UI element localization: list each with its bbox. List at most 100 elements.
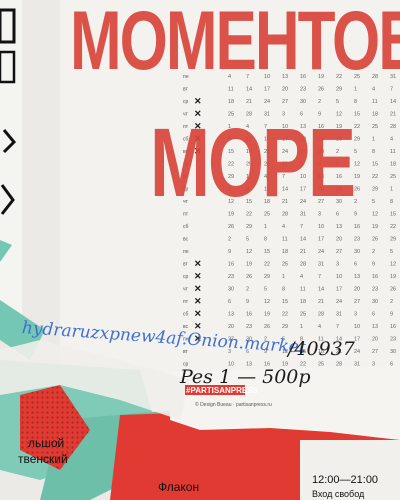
calendar-day-number: 1 [390,187,393,193]
calendar-day-number: 7 [318,274,321,280]
calendar-day-number: 25 [300,312,306,318]
calendar-day-number: 26 [228,224,234,230]
calendar-day-number: 24 [336,299,342,305]
calendar-day-number: 2 [318,99,321,105]
calendar-day-number: 16 [228,262,234,268]
calendar-day-number: 12 [390,262,396,268]
calendar-day-number: 28 [318,312,324,318]
calendar-day-number: 29 [264,274,270,280]
calendar-day-number: 22 [390,224,396,230]
calendar-weekday-label: сб [183,312,189,318]
calendar-day-number: 27 [336,249,342,255]
calendar-day-number: 16 [354,224,360,230]
calendar-day-number: 2 [228,237,231,243]
calendar-day-number: 23 [372,287,378,293]
calendar-day-number: 18 [300,299,306,305]
calendar-weekday-label: чт [183,287,189,293]
calendar-day-number: 11 [282,237,288,243]
calendar-day-number: 26 [264,324,270,330]
calendar-day-number: 16 [372,274,378,280]
calendar-day-number: 26 [354,187,360,193]
calendar-day-number: 10 [318,224,324,230]
calendar-day-number: 13 [354,274,360,280]
calendar-day-number: 19 [246,262,252,268]
calendar-day-number: 14 [300,237,306,243]
calendar-day-number: 11 [300,287,306,293]
calendar-day-number: 8 [372,149,375,155]
calendar-day-number: 30 [300,99,306,105]
calendar-day-number: 30 [354,249,360,255]
calendar-weekday-label: сб [183,224,189,230]
calendar-day-number: 29 [282,324,288,330]
calendar-day-number: 22 [264,262,270,268]
calendar-day-number: 5 [372,199,375,205]
calendar-day-number: 22 [282,312,288,318]
calendar-day-number: 3 [372,362,375,368]
calendar-day-number: 24 [318,249,324,255]
calendar-day-number: 2 [354,199,357,205]
lower-center-word: Флакон [158,480,200,494]
calendar-day-number: 9 [354,212,357,218]
calendar-day-number: 17 [318,237,324,243]
calendar-day-number: 25 [372,124,378,130]
calendar-day-number: 27 [354,299,360,305]
calendar-day-number: 7 [336,324,339,330]
calendar-day-number: 16 [246,312,252,318]
calendar-day-number: 8 [354,99,357,105]
calendar-day-number: 12 [264,299,270,305]
calendar-cross-mark: ✕ [194,259,202,269]
calendar-day-number: 6 [228,299,231,305]
calendar-day-number: 12 [246,249,252,255]
calendar-day-number: 4 [282,224,285,230]
calendar-day-number: 7 [300,224,303,230]
calendar-weekday-label: пн [183,249,189,255]
calendar-weekday-label: пт [183,299,189,305]
calendar-day-number: 31 [336,312,342,318]
calendar-day-number: 9 [372,262,375,268]
calendar-day-number: 28 [336,362,342,368]
calendar-day-number: 26 [372,237,378,243]
calendar-weekday-label: вт [183,262,189,268]
calendar-day-number: 15 [354,112,360,118]
calendar-day-number: 4 [390,137,393,143]
calendar-day-number: 1 [372,137,375,143]
calendar-day-number: 8 [264,237,267,243]
photo-scene: пн 4 7 10 13 16 19 22 25 28 31 вт 11 14 17 20 23 26 29 1 4 7 с… [0,0,400,500]
calendar-day-number: 6 [390,362,393,368]
calendar-day-number: 5 [336,99,339,105]
fine-print: © Design Bueau · partisanpress.ru [195,402,272,408]
lower-left-line2: твенский [18,452,68,466]
calendar-day-number: 22 [372,174,378,180]
calendar-day-number: 18 [228,99,234,105]
calendar-day-number: 4 [318,324,321,330]
calendar-day-number: 17 [336,287,342,293]
black-number: /40937 [288,338,355,360]
calendar-cross-mark: ✕ [194,309,202,319]
calendar-day-number: 19 [264,312,270,318]
calendar-day-number: 29 [354,137,360,143]
calendar-cross-mark: ✕ [194,96,202,106]
calendar-day-number: 13 [228,312,234,318]
calendar-cross-mark: ✕ [194,284,202,294]
calendar-day-number: 23 [354,237,360,243]
calendar-day-number: 27 [372,349,378,355]
calendar-day-number: 31 [354,362,360,368]
calendar-day-number: 28 [300,262,306,268]
calendar-day-number: 11 [372,99,378,105]
calendar-day-number: 13 [372,324,378,330]
calendar-day-number: 27 [282,99,288,105]
calendar-day-number: 19 [390,274,396,280]
calendar-day-number: 25 [282,262,288,268]
calendar-day-number: 1 [282,274,285,280]
calendar-day-number: 12 [354,162,360,168]
calendar-day-number: 20 [354,287,360,293]
price-note: Pes 1 — 500р [180,366,311,388]
calendar-day-number: 12 [372,212,378,218]
lower-right-time: 12:00—21:00 [312,474,379,486]
calendar-day-number: 2 [390,299,393,305]
calendar-day-number: 5 [246,237,249,243]
calendar-day-number: 18 [282,249,288,255]
hashtag: #PARTISANPRESS [186,386,258,395]
calendar-day-number: 10 [336,274,342,280]
calendar-day-number: 21 [246,99,252,105]
